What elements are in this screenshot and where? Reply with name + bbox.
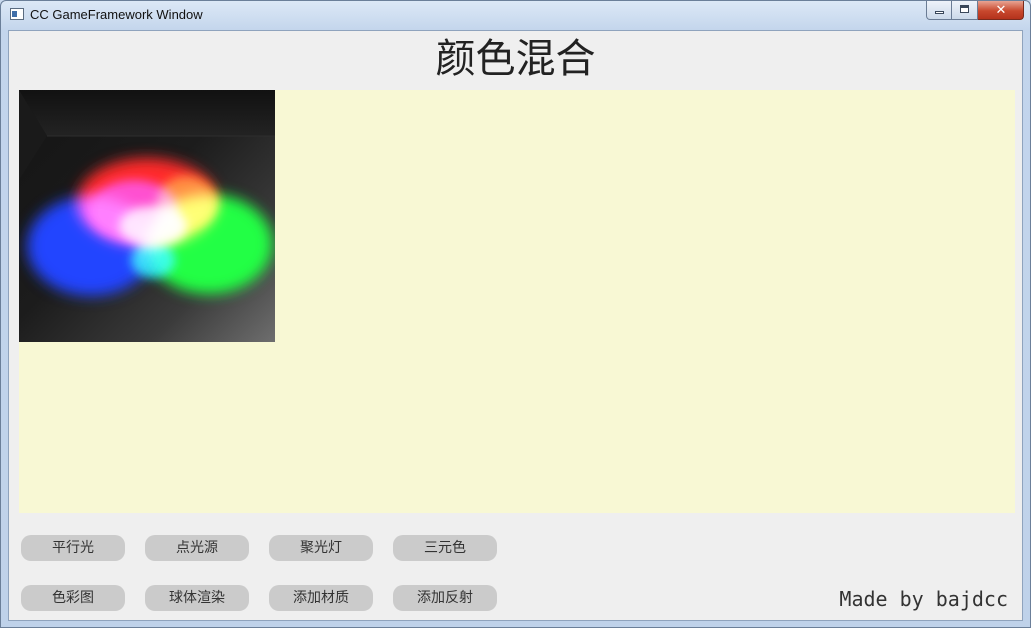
color-map-button[interactable]: 色彩图 bbox=[21, 585, 125, 611]
maximize-button[interactable] bbox=[952, 1, 978, 20]
minimize-icon bbox=[935, 11, 944, 14]
author-credit: Made by bajdcc bbox=[839, 587, 1008, 611]
client-area: 颜色混合 平行光 点光源 聚光灯 三元色 色彩图 球体渲染 添加材质 添加反射 … bbox=[8, 30, 1023, 621]
three-primary-colors-button[interactable]: 三元色 bbox=[393, 535, 497, 561]
page-title: 颜色混合 bbox=[435, 36, 596, 82]
spotlight-button[interactable]: 聚光灯 bbox=[269, 535, 373, 561]
sphere-render-button[interactable]: 球体渲染 bbox=[145, 585, 249, 611]
color-blend-render bbox=[19, 90, 275, 342]
add-material-button[interactable]: 添加材质 bbox=[269, 585, 373, 611]
render-canvas[interactable] bbox=[19, 90, 1015, 513]
close-icon: ✕ bbox=[995, 3, 1007, 18]
light-spots bbox=[27, 158, 273, 296]
minimize-button[interactable] bbox=[926, 1, 952, 20]
app-window-icon[interactable] bbox=[10, 8, 24, 20]
directional-light-button[interactable]: 平行光 bbox=[21, 535, 125, 561]
maximize-icon bbox=[960, 5, 969, 13]
close-button[interactable]: ✕ bbox=[978, 1, 1024, 20]
cyan-blend-spot bbox=[131, 242, 175, 278]
add-reflection-button[interactable]: 添加反射 bbox=[393, 585, 497, 611]
color-blend-scene bbox=[19, 90, 275, 296]
title-bar[interactable]: CC GameFramework Window ✕ bbox=[1, 1, 1030, 29]
room-ceiling bbox=[19, 90, 275, 136]
white-center-spot bbox=[119, 206, 187, 246]
app-window: CC GameFramework Window ✕ 颜色混合 平行光 点光源 聚… bbox=[0, 0, 1031, 628]
window-title: CC GameFramework Window bbox=[30, 7, 203, 22]
point-light-button[interactable]: 点光源 bbox=[145, 535, 249, 561]
window-controls: ✕ bbox=[926, 1, 1024, 20]
